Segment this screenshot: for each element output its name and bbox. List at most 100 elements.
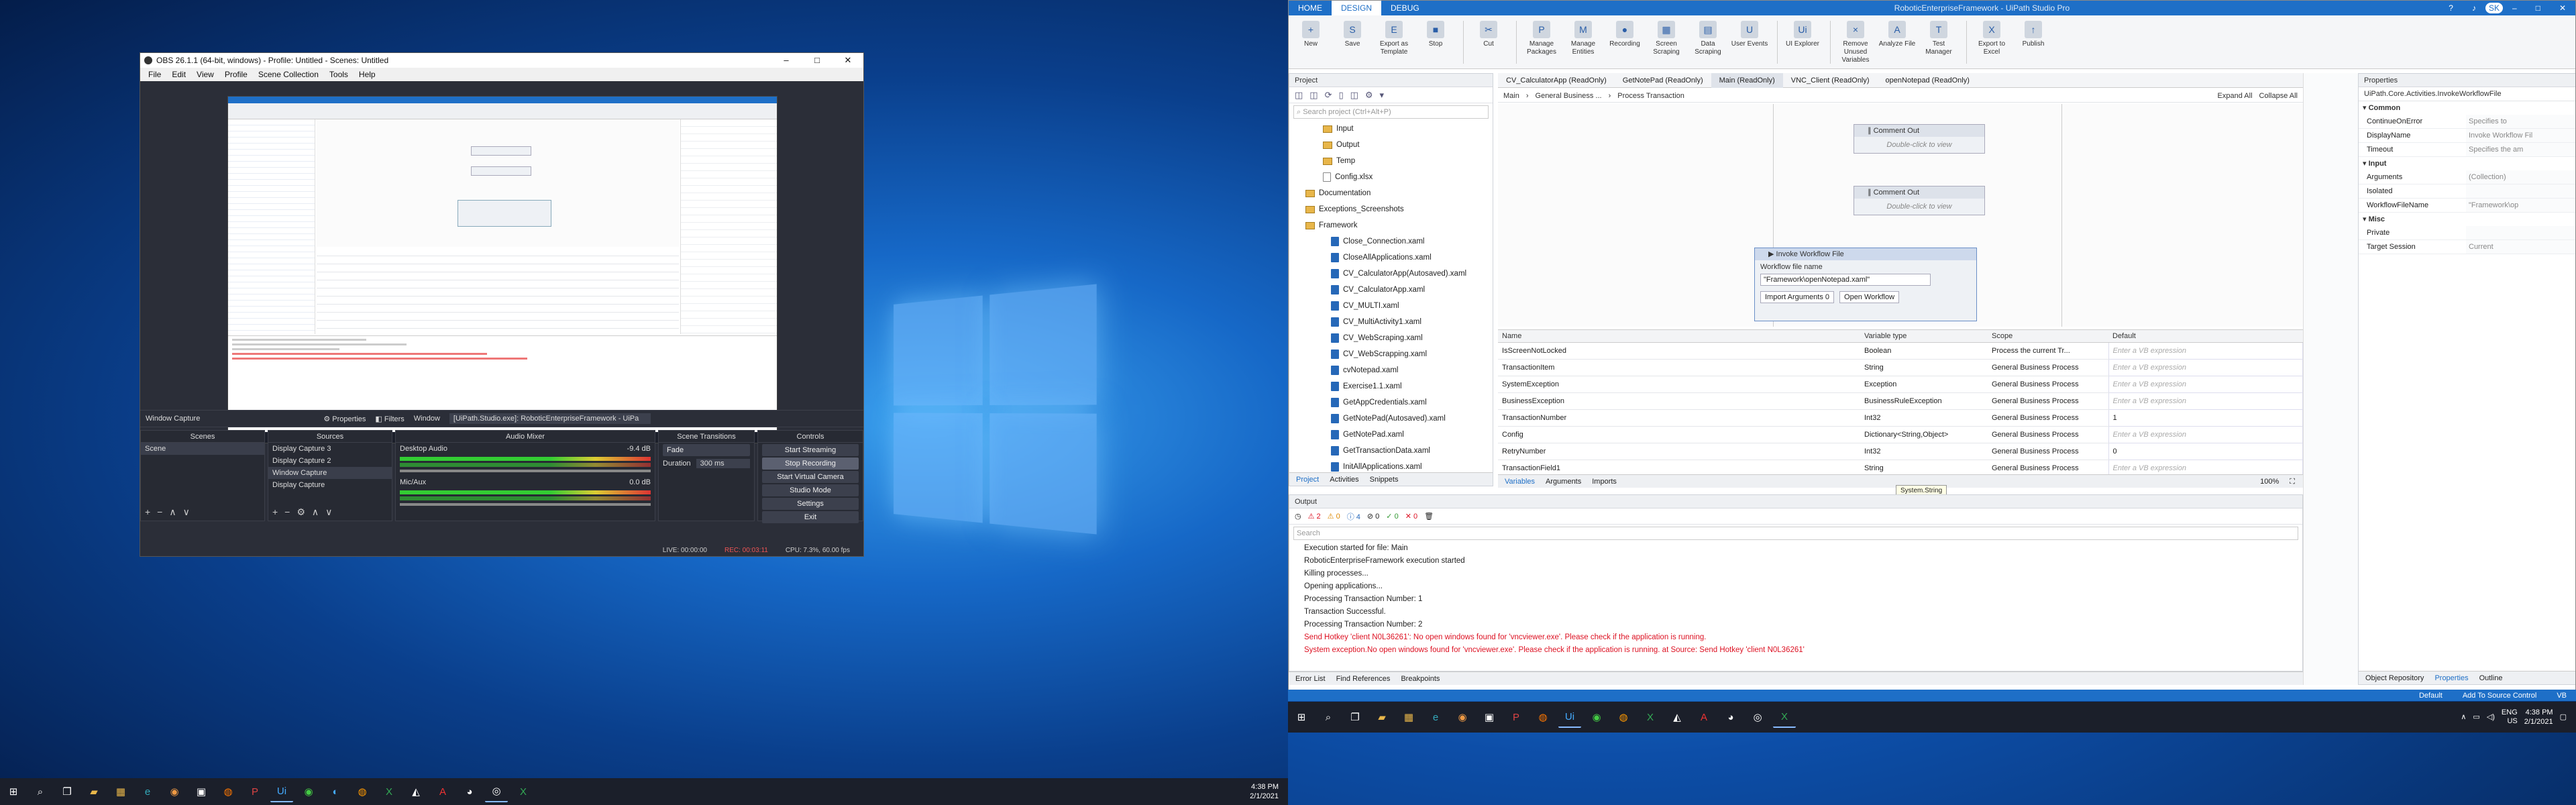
- doc-tab[interactable]: GetNotePad (ReadOnly): [1615, 73, 1711, 88]
- app-icon[interactable]: ◕: [458, 781, 481, 802]
- doc-tab[interactable]: VNC_Client (ReadOnly): [1783, 73, 1878, 88]
- tree-item[interactable]: CV_WebScraping.xaml: [1289, 330, 1493, 346]
- table-row[interactable]: Config Dictionary<String,Object> General B…: [1498, 426, 2303, 443]
- property-value[interactable]: Invoke Workflow Fil: [2466, 129, 2575, 142]
- property-value[interactable]: (Collection): [2466, 170, 2575, 184]
- table-row[interactable]: TransactionField1 String General Business …: [1498, 460, 2303, 474]
- doc-tab[interactable]: CV_CalculatorApp (ReadOnly): [1498, 73, 1615, 88]
- warning-filter[interactable]: ⚠ 0: [1328, 512, 1340, 521]
- new-button[interactable]: + New: [1291, 18, 1330, 48]
- file-explorer-icon[interactable]: ▰: [1371, 706, 1393, 728]
- tab-project[interactable]: Project: [1296, 473, 1319, 486]
- tree-item[interactable]: Documentation: [1289, 185, 1493, 201]
- start-virtual-camera-button[interactable]: Start Virtual Camera: [762, 471, 859, 483]
- ui-explorer-button[interactable]: Ui UI Explorer: [1783, 18, 1822, 48]
- property-section[interactable]: ▾ Misc: [2359, 213, 2575, 226]
- clock-icon[interactable]: ◷: [1295, 512, 1301, 521]
- recording-button[interactable]: ● Recording: [1605, 18, 1644, 48]
- breadcrumb-item[interactable]: Process Transaction: [1617, 92, 1684, 100]
- notifications-icon[interactable]: ▢: [2560, 712, 2567, 722]
- output-search-input[interactable]: Search: [1293, 527, 2298, 540]
- tree-item[interactable]: Exercise1.1.xaml: [1289, 378, 1493, 394]
- keyboard-lang[interactable]: ENG: [2502, 708, 2518, 717]
- acrobat-icon[interactable]: A: [1693, 706, 1715, 728]
- file-explorer-icon[interactable]: ▰: [83, 781, 105, 802]
- properties-button[interactable]: ⚙ Properties: [323, 415, 366, 423]
- table-row[interactable]: RetryNumber Int32 General Business Process…: [1498, 443, 2303, 460]
- error-filter[interactable]: ⚠ 2: [1308, 512, 1321, 521]
- minimize-icon[interactable]: –: [2503, 1, 2526, 15]
- variable-name[interactable]: TransactionItem: [1498, 359, 1860, 376]
- tree-item[interactable]: Output: [1289, 137, 1493, 153]
- firefox-icon[interactable]: ◍: [1532, 706, 1554, 728]
- breadcrumb-item[interactable]: General Business ...: [1536, 92, 1602, 100]
- chrome-icon[interactable]: ◉: [297, 781, 320, 802]
- exit-button[interactable]: Exit: [762, 511, 859, 523]
- uipath-icon[interactable]: Ui: [1558, 706, 1581, 728]
- excel-icon[interactable]: X: [1773, 706, 1796, 728]
- tree-item[interactable]: CV_MultiActivity1.xaml: [1289, 314, 1493, 330]
- log-error[interactable]: Send Hotkey 'client N0L36261': No open w…: [1289, 631, 2302, 644]
- property-value[interactable]: Current: [2466, 240, 2575, 254]
- doc-tab[interactable]: openNotepad (ReadOnly): [1878, 73, 1978, 88]
- table-row[interactable]: TransactionItem String General Business Pr…: [1498, 359, 2303, 376]
- tree-item[interactable]: CloseAllApplications.xaml: [1289, 250, 1493, 266]
- vnc-icon[interactable]: ◕: [1719, 706, 1742, 728]
- expand-all-link[interactable]: Expand All: [2218, 92, 2253, 100]
- log-info[interactable]: Opening applications...: [1289, 580, 2302, 593]
- log-info[interactable]: Transaction Successful.: [1289, 606, 2302, 619]
- tab-imports[interactable]: Imports: [1592, 475, 1617, 488]
- save-button[interactable]: S Save: [1333, 18, 1372, 48]
- start-icon[interactable]: ⊞: [2, 781, 25, 802]
- variable-name[interactable]: SystemException: [1498, 376, 1860, 393]
- search-icon[interactable]: ⌕: [1317, 706, 1340, 728]
- tab-design[interactable]: DESIGN: [1332, 1, 1382, 15]
- firefox-icon[interactable]: ◍: [217, 781, 239, 802]
- duration-input[interactable]: 300 ms: [696, 459, 750, 468]
- start-icon[interactable]: ⊞: [1290, 706, 1313, 728]
- tree-item[interactable]: Exceptions_Screenshots: [1289, 201, 1493, 217]
- transition-select[interactable]: Fade: [663, 444, 750, 456]
- tab-variables[interactable]: Variables: [1505, 475, 1535, 488]
- publish-button[interactable]: ↑ Publish: [2014, 18, 2053, 48]
- tree-item[interactable]: Input: [1289, 121, 1493, 137]
- log-info[interactable]: Processing Transaction Number: 1: [1289, 593, 2302, 606]
- taskbar-app-icon[interactable]: ▦: [109, 781, 132, 802]
- source-item[interactable]: Display Capture 3: [268, 443, 392, 455]
- profile-select[interactable]: Default: [2419, 692, 2443, 700]
- close-icon[interactable]: ✕: [833, 55, 863, 66]
- notifications-icon[interactable]: ♪: [2463, 1, 2485, 15]
- settings-button[interactable]: Settings: [762, 498, 859, 510]
- filters-button[interactable]: ◧ Filters: [375, 415, 404, 423]
- obs-icon[interactable]: ◎: [485, 781, 508, 802]
- variable-name[interactable]: RetryNumber: [1498, 443, 1860, 460]
- property-section[interactable]: ▾ Common: [2359, 101, 2575, 115]
- property-value[interactable]: "Framework\op: [2466, 199, 2575, 212]
- app-icon[interactable]: ◭: [1666, 706, 1688, 728]
- tab-properties[interactable]: Properties: [2434, 672, 2468, 684]
- excel-icon[interactable]: X: [378, 781, 400, 802]
- property-value[interactable]: [2466, 226, 2575, 239]
- vnc-icon[interactable]: ◭: [405, 781, 427, 802]
- log-info[interactable]: Execution started for file: Main: [1289, 542, 2302, 555]
- tree-item[interactable]: CV_CalculatorApp.xaml: [1289, 282, 1493, 298]
- firefox-icon[interactable]: ◍: [351, 781, 374, 802]
- source-item[interactable]: Window Capture: [268, 467, 392, 479]
- search-icon[interactable]: ⌕: [29, 781, 52, 802]
- log-info[interactable]: Processing Transaction Number: 2: [1289, 619, 2302, 631]
- menu-edit[interactable]: Edit: [166, 70, 191, 79]
- help-icon[interactable]: ?: [2439, 1, 2463, 15]
- designer-canvas[interactable]: ∥ Comment Out Double-click to view ∥ Com…: [1498, 104, 2303, 327]
- property-value[interactable]: Specifies to: [2466, 115, 2575, 128]
- tree-item[interactable]: cvNotepad.xaml: [1289, 362, 1493, 378]
- clear-output-icon[interactable]: 🗑: [1424, 512, 1434, 521]
- tree-item[interactable]: GetTransactionData.xaml: [1289, 443, 1493, 459]
- excel-icon[interactable]: X: [1639, 706, 1662, 728]
- chrome-icon[interactable]: ◉: [1451, 706, 1474, 728]
- tab-snippets[interactable]: Snippets: [1370, 473, 1399, 486]
- tree-item[interactable]: GetNotePad.xaml: [1289, 427, 1493, 443]
- add-to-source-control[interactable]: Add To Source Control: [2463, 692, 2536, 700]
- tree-item[interactable]: Framework: [1289, 217, 1493, 233]
- acrobat-icon[interactable]: A: [431, 781, 454, 802]
- user-events-button[interactable]: U User Events: [1730, 18, 1769, 48]
